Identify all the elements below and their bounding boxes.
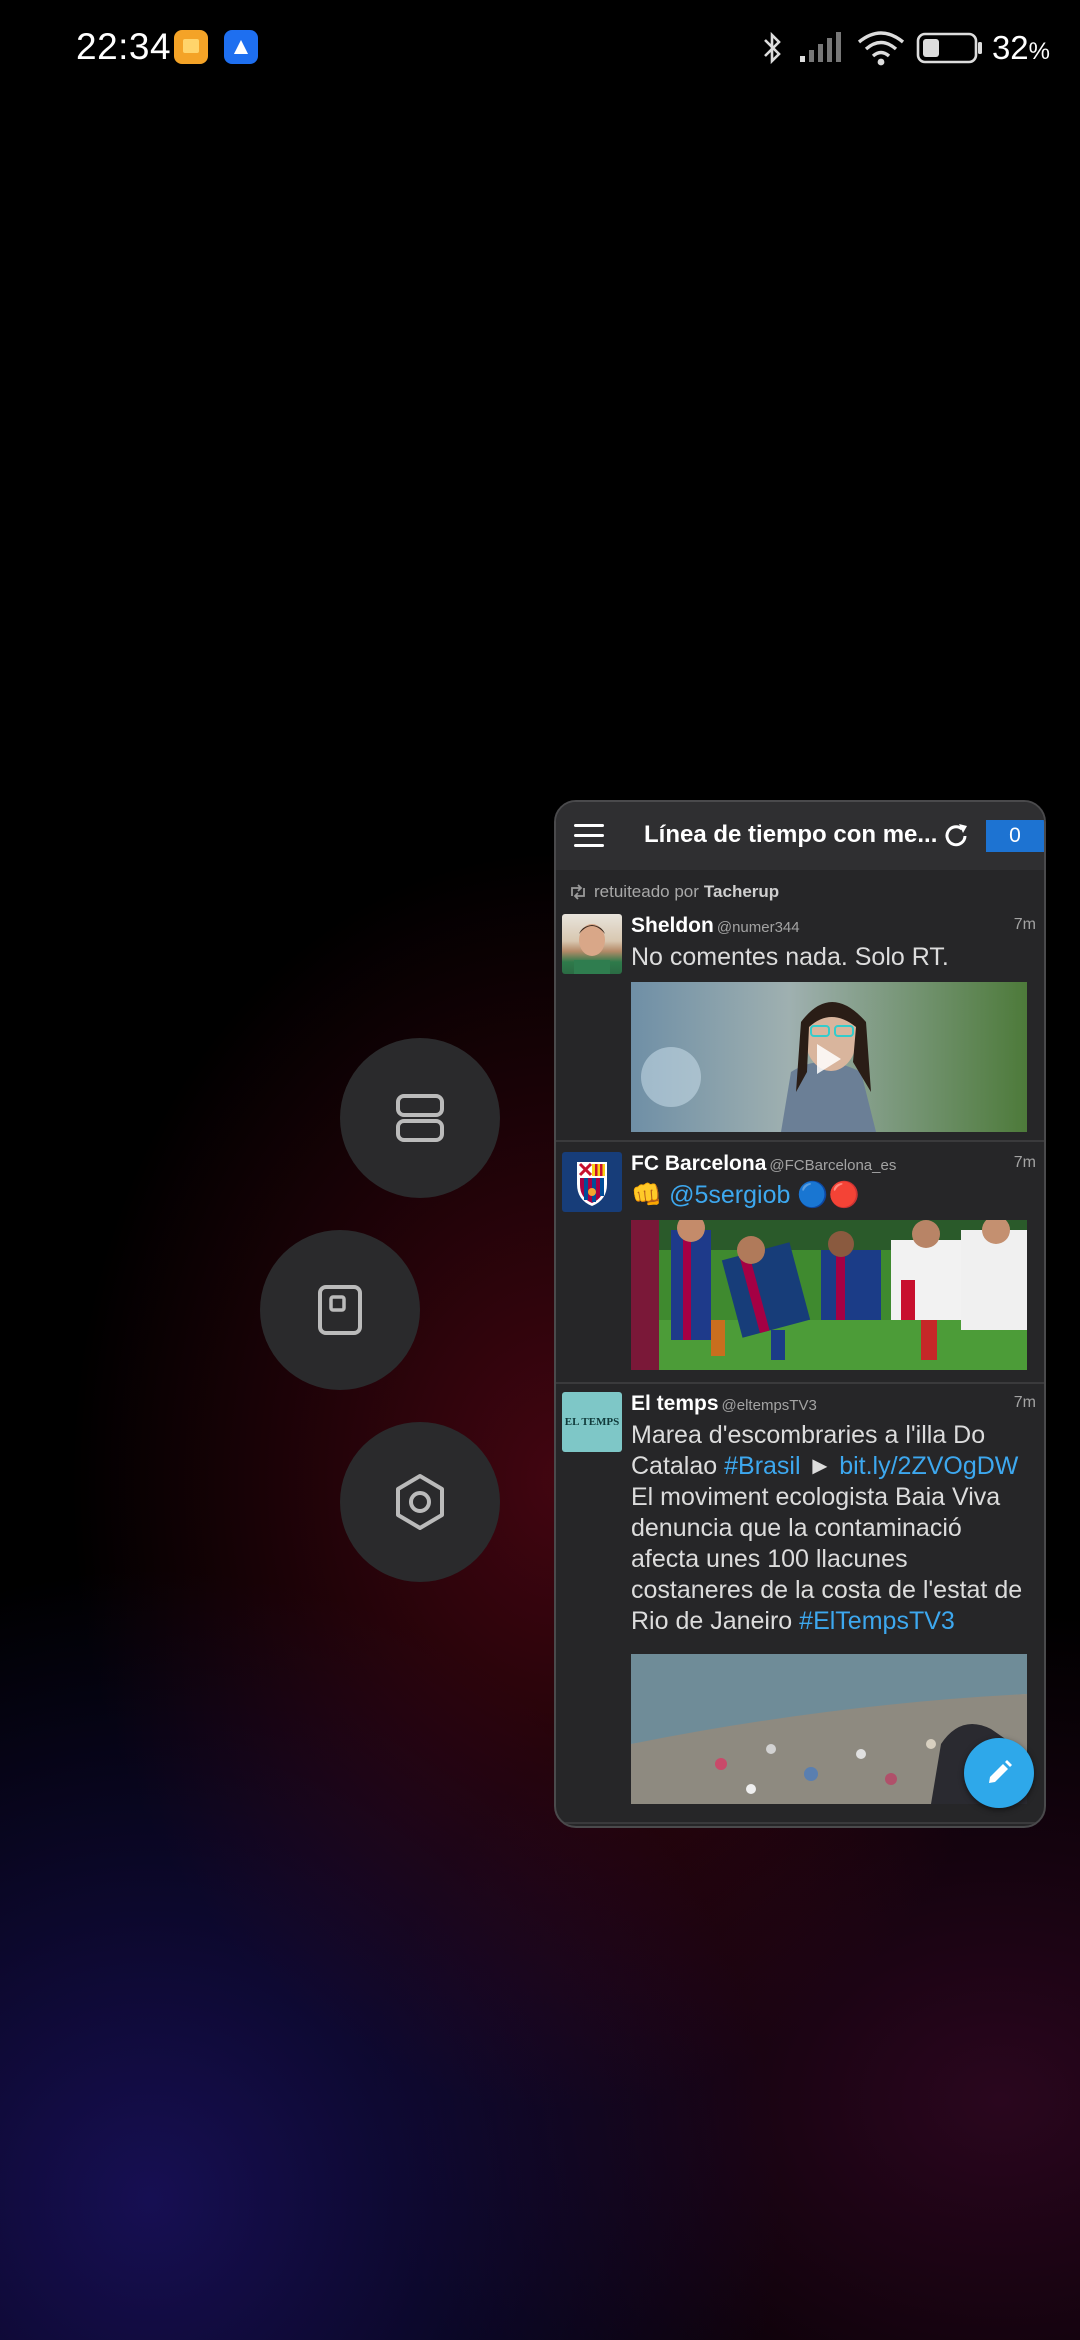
- tweet-time: 7m: [1013, 1394, 1036, 1411]
- bluetooth-icon: [764, 31, 781, 65]
- status-icons: 32%: [760, 28, 1050, 68]
- pencil-icon: [989, 1760, 1012, 1783]
- tweet-photo[interactable]: [631, 1220, 1027, 1370]
- compose-tweet-button[interactable]: [964, 1738, 1034, 1808]
- battery-icon: [916, 32, 982, 64]
- tweet-text: Marea d'escombraries a l'illa Do Catalao…: [631, 1421, 1023, 1635]
- tweet-author[interactable]: Sheldon @numer344: [631, 914, 800, 938]
- tweet-mention-link[interactable]: @5sergiob: [669, 1181, 790, 1209]
- status-time: 22:34: [76, 26, 172, 67]
- avatar[interactable]: [562, 914, 622, 974]
- retweet-notice: retuiteado por Tacherup: [568, 882, 779, 902]
- small-window-icon: [318, 1285, 362, 1335]
- tweet-item[interactable]: FC Barcelona @FCBarcelona_es 7m 👊 @5sergi…: [556, 1152, 1044, 1384]
- split-screen-button[interactable]: [340, 1038, 500, 1198]
- url-link[interactable]: bit.ly/2ZVOgDW: [839, 1452, 1018, 1480]
- navigation-app-icon: ▲: [224, 30, 258, 64]
- small-window-button[interactable]: [260, 1230, 420, 1390]
- tweet-author[interactable]: FC Barcelona @FCBarcelona_es: [631, 1152, 896, 1176]
- wifi-icon: [857, 31, 905, 66]
- hashtag-link[interactable]: #Brasil: [724, 1452, 800, 1480]
- tweet-author[interactable]: El temps @eltempsTV3: [631, 1392, 817, 1416]
- tweet-time: 7m: [1013, 1154, 1036, 1171]
- gallery-app-icon: [174, 30, 208, 64]
- signal-icon: [799, 32, 841, 62]
- avatar[interactable]: [562, 1152, 622, 1212]
- battery-percent: 32%: [991, 29, 1050, 66]
- status-bar: 22:34 ▲ 32%: [0, 0, 1080, 100]
- settings-icon: [396, 1474, 444, 1530]
- tweet-item[interactable]: Sheldon @numer344 7m No comentes nada. So…: [556, 914, 1044, 1142]
- menu-icon[interactable]: [574, 824, 604, 848]
- retweet-icon: [571, 884, 585, 900]
- refresh-icon[interactable]: [940, 820, 972, 852]
- tweet-text: No comentes nada. Solo RT.: [631, 943, 949, 971]
- unread-count-badge[interactable]: 0: [986, 820, 1044, 852]
- window-header: Línea de tiempo con me... 0: [556, 802, 1044, 870]
- floating-app-window[interactable]: Línea de tiempo con me... 0 retuiteado p…: [554, 800, 1046, 1828]
- tweet-video-thumbnail[interactable]: [631, 982, 1027, 1132]
- window-settings-button[interactable]: [340, 1422, 500, 1582]
- tweet-time: 7m: [1013, 916, 1036, 933]
- avatar[interactable]: EL TEMPS: [562, 1392, 622, 1452]
- timeline-title: Línea de tiempo con me...: [644, 821, 938, 848]
- hashtag-link[interactable]: #ElTempsTV3: [799, 1607, 955, 1635]
- tweet-text: 👊 @5sergiob 🔵🔴: [631, 1181, 860, 1209]
- split-screen-icon: [396, 1094, 444, 1142]
